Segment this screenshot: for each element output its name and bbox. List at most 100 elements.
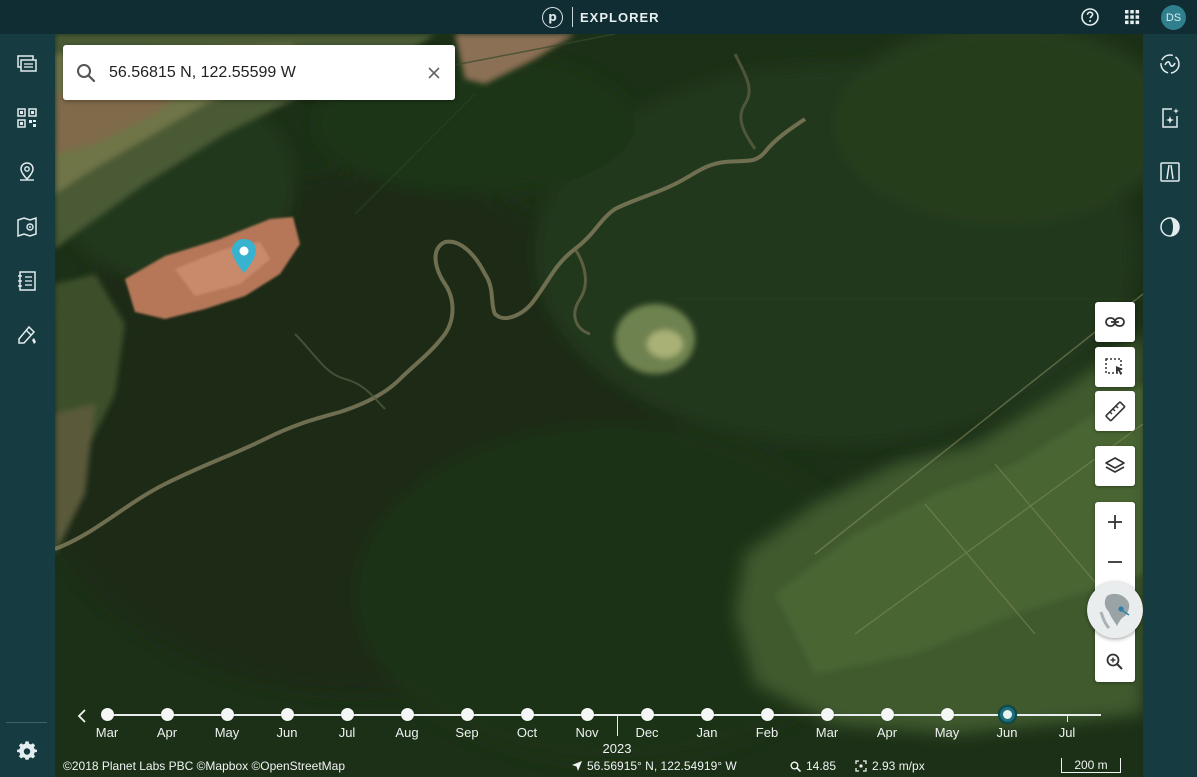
close-icon[interactable] <box>425 64 443 82</box>
analysis-icon <box>1160 54 1180 74</box>
timeline-month-label: Dec <box>635 725 659 740</box>
timeline-point[interactable] <box>280 708 294 721</box>
timeline-month-label: Apr <box>156 725 178 740</box>
timeline-month-label: May <box>214 725 240 740</box>
apps-grid-icon[interactable] <box>1122 7 1142 27</box>
satellite-map[interactable] <box>55 34 1143 777</box>
timeline-point[interactable] <box>100 708 114 721</box>
planet-logo-icon: p <box>542 6 563 28</box>
timeline-point[interactable] <box>460 708 474 721</box>
sidebar-item-places[interactable] <box>14 159 40 185</box>
timeline-point[interactable] <box>520 708 534 721</box>
scale-bar: 200 m <box>1061 758 1121 773</box>
map-pin-icon[interactable] <box>230 238 258 274</box>
sidebar-item-draw[interactable] <box>14 322 40 348</box>
analysis-button[interactable] <box>1157 51 1183 77</box>
location-pin-icon <box>20 162 34 181</box>
avatar[interactable]: DS <box>1161 5 1186 30</box>
app-title: EXPLORER <box>580 9 660 25</box>
globe-icon <box>1087 582 1143 638</box>
timeline-point[interactable] <box>640 708 654 721</box>
help-icon[interactable] <box>1080 7 1100 27</box>
search-box <box>63 45 455 100</box>
resolution: 2.93 m/px <box>855 759 925 773</box>
sidebar-item-mosaics[interactable] <box>14 51 40 77</box>
settings-icon <box>17 741 37 760</box>
sidebar-item-notebook[interactable] <box>14 268 40 294</box>
zoom-to-button[interactable] <box>1095 642 1135 682</box>
qr-grid-icon <box>17 108 37 128</box>
search-input[interactable] <box>109 59 409 87</box>
brand-divider <box>572 7 573 27</box>
plus-icon <box>1108 515 1122 529</box>
zoom-level: 14.85 <box>790 759 836 773</box>
globe-button[interactable] <box>1087 582 1143 638</box>
ruler-icon <box>1105 401 1126 422</box>
link-icon <box>1105 317 1125 327</box>
timeline-month-label: Mar <box>815 725 839 740</box>
zoom-level-icon <box>790 761 801 772</box>
timeline-month-label: Jun <box>276 725 298 740</box>
timeline-point[interactable] <box>160 708 174 721</box>
timeline-point[interactable] <box>760 708 774 721</box>
timeline-point[interactable] <box>220 708 234 721</box>
top-bar: p EXPLORER DS <box>0 0 1197 34</box>
zoom-in-button[interactable] <box>1095 502 1135 542</box>
sidebar-divider <box>6 722 47 723</box>
left-sidebar <box>0 34 55 777</box>
cursor-coordinates-value: 56.56915° N, 122.54919° W <box>587 759 737 773</box>
draw-tool-icon <box>18 325 36 344</box>
minus-icon <box>1108 561 1122 563</box>
map-attribution: ©2018 Planet Labs PBC ©Mapbox ©OpenStree… <box>63 759 346 773</box>
timeline-point[interactable] <box>340 708 354 721</box>
sidebar-item-grid[interactable] <box>14 105 40 131</box>
timeline-year-label: 2023 <box>602 741 632 756</box>
map-footer: ©2018 Planet Labs PBC ©Mapbox ©OpenStree… <box>55 756 1143 777</box>
timeline-month-label: Jan <box>696 725 718 740</box>
contrast-icon <box>1160 217 1180 237</box>
measure-button[interactable] <box>1095 391 1135 431</box>
timeline-month-label: Sep <box>455 725 479 740</box>
timeline-point[interactable] <box>820 708 834 721</box>
zoom-search-icon <box>1106 653 1123 670</box>
timeline-point[interactable] <box>580 708 594 721</box>
timeline-point[interactable] <box>700 708 714 721</box>
timeline-point[interactable] <box>880 708 894 721</box>
roads-button[interactable] <box>1157 159 1183 185</box>
zoom-out-button[interactable] <box>1095 542 1135 582</box>
timeline-month-label: Jul <box>1058 725 1076 740</box>
brand[interactable]: p EXPLORER <box>542 6 660 28</box>
timeline-month-label: Jul <box>338 725 356 740</box>
timeline-month-label: Nov <box>575 725 599 740</box>
layers-button[interactable] <box>1095 446 1135 486</box>
timeline-month-label: Aug <box>395 725 419 740</box>
select-area-icon <box>1105 358 1123 375</box>
timeline-month-label: Mar <box>95 725 119 740</box>
explorer-app: Mar Apr May Jun Jul Aug Sep Oct Nov Dec Jan Feb Mar A… <box>0 0 1197 777</box>
timeline-point-selected[interactable] <box>997 705 1017 724</box>
resolution-value: 2.93 m/px <box>872 759 925 773</box>
settings-button[interactable] <box>14 738 40 764</box>
cursor-coordinates: 56.56915° N, 122.54919° W <box>572 759 737 773</box>
timeline: Mar Apr May Jun Jul Aug Sep Oct Nov Dec Jan Feb Mar A… <box>55 700 1143 756</box>
search-icon <box>77 64 96 83</box>
zoom-level-value: 14.85 <box>806 759 837 773</box>
notebook-icon <box>18 271 36 291</box>
timeline-month-label: Apr <box>876 725 898 740</box>
road-icon <box>1160 162 1180 182</box>
timeline-month-label: Jun <box>996 725 1018 740</box>
timeline-month-label: Feb <box>755 725 779 740</box>
select-area-button[interactable] <box>1095 347 1135 387</box>
contrast-button[interactable] <box>1157 214 1183 240</box>
resolution-icon <box>855 760 867 772</box>
ai-insights-button[interactable] <box>1157 105 1183 131</box>
copy-link-button[interactable] <box>1095 302 1135 342</box>
year-divider <box>617 714 618 736</box>
chevron-left-icon[interactable] <box>75 708 89 724</box>
map-location-icon <box>17 216 37 238</box>
satellite-imagery <box>55 34 1143 777</box>
timeline-point[interactable] <box>940 708 954 721</box>
timeline-point[interactable] <box>400 708 414 721</box>
sidebar-item-map-location[interactable] <box>14 214 40 240</box>
mosaics-icon <box>17 55 37 72</box>
